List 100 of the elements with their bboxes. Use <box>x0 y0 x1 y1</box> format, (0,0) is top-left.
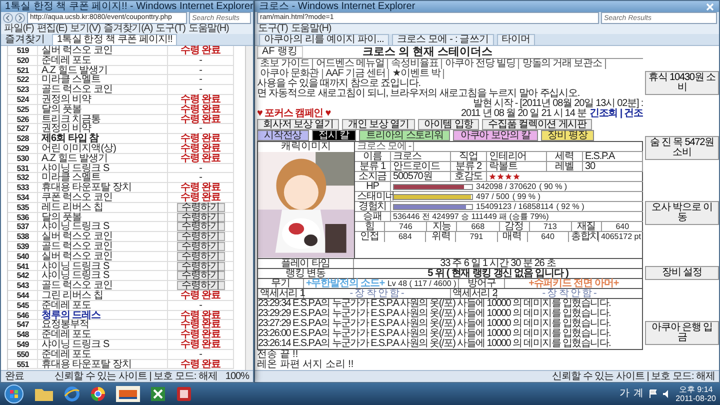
side-button[interactable]: 숨 진 목 5472원 소비 <box>645 136 719 160</box>
date-text: 2011 년 08 월 20 일 21 시 14 분 <box>461 109 586 119</box>
claim-button[interactable]: 수령하기 <box>176 222 225 232</box>
stat-label: 재질 <box>572 222 602 231</box>
category-tag[interactable]: 트리아의 스토리워 <box>359 130 450 141</box>
keyboard-layout-indicator[interactable]: 계 <box>634 389 644 399</box>
security-zone-text: 신뢰할 수 있는 사이트 | 보호 모드: 해제 <box>54 372 218 382</box>
menu-item[interactable]: 보기(V) <box>70 24 100 34</box>
favorites-button[interactable]: 즐겨찾기 <box>5 35 49 45</box>
table-cell: 534 <box>8 192 38 202</box>
status-text: 수령 완료 <box>180 320 221 330</box>
nav-link[interactable]: 어드벤스 메뉴얼 <box>313 59 388 69</box>
action-button[interactable]: 수집품 컬렉이션 게시판 <box>482 119 592 130</box>
app-icon[interactable] <box>176 386 192 402</box>
notice-text: 사용을 수 있을 때까지 참으로 죠입니다. <box>257 79 420 89</box>
browser-tab[interactable]: 아쿠아의 리를 예이지 파이... <box>259 34 389 45</box>
folder-icon[interactable] <box>34 386 54 402</box>
claim-button[interactable]: 수령하기 <box>176 242 225 251</box>
meter-percent: ( 90 % ) <box>539 182 568 191</box>
forward-icon[interactable] <box>15 13 25 23</box>
table-cell: 골드 럭스오 코인 <box>38 85 168 94</box>
browser-tab[interactable]: 타이머 <box>496 34 536 45</box>
menu-item[interactable]: 편집(E) <box>36 24 68 34</box>
stat-value: 640 <box>614 222 630 231</box>
app-thumbnail-icon[interactable] <box>116 386 140 402</box>
claim-button[interactable]: 수령하기 <box>176 202 225 212</box>
nav-link[interactable]: 아쿠아 전당 빌딩 <box>442 59 520 69</box>
action-button[interactable]: 회사저 보상 열기 <box>257 119 340 130</box>
status-text: - <box>199 85 202 94</box>
table-cell: 제6회 타입 참 <box>38 134 168 143</box>
status-text: 수령 완료 <box>180 183 221 192</box>
claim-button[interactable]: 수령하기 <box>176 262 225 271</box>
table-cell: 519 <box>8 46 38 55</box>
table-cell: 537 <box>8 222 38 232</box>
start-button[interactable] <box>4 384 24 404</box>
flag-icon[interactable] <box>648 389 658 399</box>
stat-label: 힘 <box>355 222 385 231</box>
field-label: HP <box>355 182 391 191</box>
menu-item[interactable]: 도움말(H) <box>290 24 332 34</box>
category-tag[interactable]: 아쿠아 보안의 칼 <box>453 130 538 141</box>
field-value: 30 <box>583 162 643 171</box>
nav-link[interactable]: 속성비율표 <box>388 59 442 69</box>
ranking-tab[interactable]: AF 랭킹 <box>257 46 303 58</box>
claim-button[interactable]: 수령하기 <box>176 232 225 242</box>
close-icon[interactable] <box>705 2 715 12</box>
clock-time[interactable]: 오후 9:14 <box>678 385 713 394</box>
claim-button[interactable]: 수령하기 <box>176 252 225 261</box>
menu-item[interactable]: 파일(F) <box>4 24 34 34</box>
claim-button[interactable]: 수령하기 <box>176 212 225 222</box>
table-cell: 542 <box>8 271 38 280</box>
category-tag[interactable]: 장비 평장 <box>540 130 594 141</box>
stat-value: 684 <box>385 232 426 242</box>
clock-date[interactable]: 2011-08-20 <box>676 394 716 403</box>
table-cell: 532 <box>8 173 38 182</box>
menu-item[interactable]: 즐겨찾기(A) <box>103 24 153 34</box>
log-line: 23:26:00 E.S.P.A의 누군가가 E.S.P.A 사원의 옷(/포) 사들에 10000 의 데미지를 입혔습니다. <box>258 328 612 339</box>
table-cell: 레드 리버스 칩 <box>38 202 168 212</box>
category-tag[interactable]: 접시 칼 <box>312 130 356 141</box>
field-label: 무기 <box>258 278 304 288</box>
spreadsheet-icon[interactable] <box>150 386 166 402</box>
log-text: 전송 끝 !! <box>257 350 298 360</box>
field-label: 경험치 <box>355 202 391 211</box>
back-icon[interactable] <box>3 13 13 23</box>
field-value: E.S.P.A <box>583 152 643 161</box>
table-cell: 539 <box>8 242 38 251</box>
status-text: - <box>199 164 202 172</box>
stat-value: 791 <box>456 232 498 242</box>
field-value: 인테리어 <box>487 152 547 161</box>
side-button[interactable]: 오사 박으로 이동 <box>645 200 719 225</box>
ime-indicator[interactable]: 가 <box>620 389 630 399</box>
menu-item[interactable]: 도구(T) <box>258 24 288 34</box>
scrollbar[interactable] <box>245 46 253 370</box>
claim-button[interactable]: 수령하기 <box>176 271 225 280</box>
category-tag[interactable]: 시작전상 <box>257 130 309 141</box>
table-cell: 531 <box>8 164 38 172</box>
nav-link[interactable]: 망돌의 거래 보관소 <box>519 59 606 69</box>
nav-link[interactable]: 초보 가이드 <box>257 59 314 69</box>
side-button[interactable]: 휴식 10430원 소비 <box>645 70 719 95</box>
side-button[interactable]: 아쿠아 은행 입금 <box>645 321 719 346</box>
nav-link[interactable]: ★이벤트 박 <box>389 69 444 79</box>
refresh-link[interactable]: 긴조회 | 건조 <box>589 109 643 119</box>
nav-link[interactable]: 아쿠아 문화관 <box>257 69 323 79</box>
ring-icon[interactable] <box>90 386 106 402</box>
browser-tab[interactable]: 크로스 모에 - : 글쓰기 <box>392 34 494 45</box>
menu-item[interactable]: 도움말(H) <box>188 24 229 34</box>
nav-link[interactable]: AAF 기금 센터 <box>322 69 390 79</box>
side-button[interactable]: 장비 설정 <box>645 266 719 280</box>
action-button[interactable]: 개인 보상 열기 <box>342 119 415 130</box>
log-text: 레온 파편 서지 소리 !! <box>257 360 355 370</box>
table-cell: 543 <box>8 281 38 290</box>
claim-button[interactable]: 수령하기 <box>176 281 225 290</box>
table-cell: 533 <box>8 183 38 192</box>
meter-reading: 15409123 / 16858114 <box>476 202 554 211</box>
menu-item[interactable]: 도구(T) <box>156 24 186 34</box>
zoom-level[interactable]: 100% <box>225 372 249 382</box>
table-cell: 청루의 드레스 <box>38 310 168 320</box>
action-button[interactable]: 아이템 입항 <box>418 119 480 130</box>
start-time-text: 발현 시작 - [2011년 08월 20일 13시 02분] : <box>472 98 643 109</box>
globe-icon[interactable] <box>64 386 80 402</box>
browser-tab[interactable]: 1톡실 한정 책 쿠폰 페이지!! <box>52 34 178 45</box>
